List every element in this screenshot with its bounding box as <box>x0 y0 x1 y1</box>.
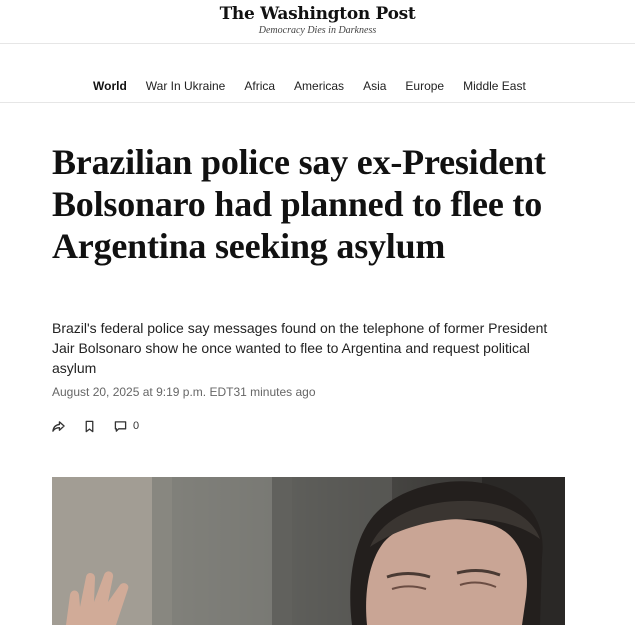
nav-item-middle-east[interactable]: Middle East <box>463 79 526 93</box>
nav-item-war-in-ukraine[interactable]: War In Ukraine <box>146 79 226 93</box>
nav-item-africa[interactable]: Africa <box>244 79 275 93</box>
relative-time: 31 minutes ago <box>233 385 316 399</box>
save-button[interactable] <box>83 420 96 433</box>
site-tagline: Democracy Dies in Darkness <box>258 25 377 36</box>
nav-item-world[interactable]: World <box>93 79 127 93</box>
site-logo[interactable]: The Washington Post <box>0 4 635 24</box>
nav-item-americas[interactable]: Americas <box>294 79 344 93</box>
nav-item-europe[interactable]: Europe <box>405 79 444 93</box>
share-icon <box>52 420 65 432</box>
publish-date: August 20, 2025 at 9:19 p.m. EDT <box>52 385 234 399</box>
comment-count: 0 <box>133 420 140 432</box>
section-nav-list: World War In Ukraine Africa Americas Asi… <box>93 79 545 93</box>
section-nav: World War In Ukraine Africa Americas Asi… <box>0 44 635 103</box>
share-button[interactable] <box>52 420 65 433</box>
lead-photo-illustration <box>52 477 565 625</box>
lead-photo[interactable] <box>52 477 565 625</box>
article-dek: Brazil's federal police say messages fou… <box>52 320 548 376</box>
bookmark-icon <box>85 420 94 432</box>
article-dateline: August 20, 2025 at 9:19 p.m. EDT31 minut… <box>52 385 316 399</box>
comments-button[interactable]: 0 <box>114 420 139 433</box>
article-actions: 0 <box>52 417 157 435</box>
masthead: The Washington Post Democracy Dies in Da… <box>0 0 635 44</box>
article-headline: Brazilian police say ex-President Bolson… <box>52 142 546 266</box>
comment-icon <box>114 420 127 432</box>
nav-item-asia[interactable]: Asia <box>363 79 386 93</box>
